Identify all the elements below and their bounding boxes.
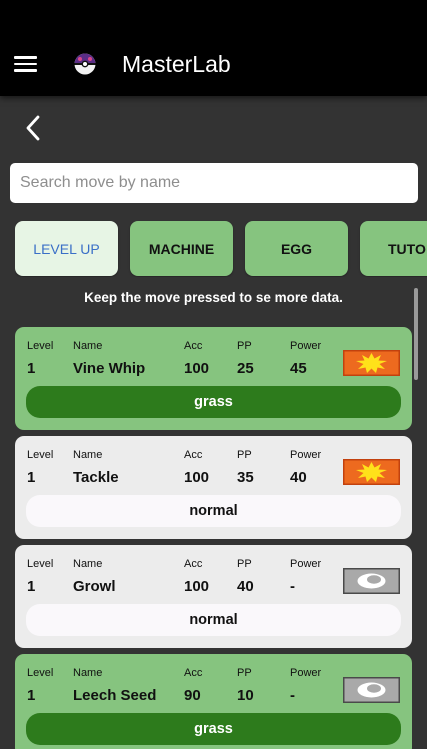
move-accuracy: 100 [184, 578, 210, 595]
move-accuracy: 100 [184, 360, 210, 377]
move-name: Growl [73, 578, 116, 595]
accuracy-label: Acc [184, 449, 203, 461]
type-badge: normal [26, 604, 401, 636]
back-arrow-icon[interactable] [20, 114, 46, 142]
type-badge: grass [26, 386, 401, 418]
move-name: Tackle [73, 469, 119, 486]
tab-level-up[interactable]: LEVEL UP [15, 221, 118, 276]
name-label: Name [73, 558, 103, 570]
app-bar: MasterLab [0, 0, 427, 96]
name-label: Name [73, 449, 103, 461]
move-accuracy: 90 [184, 687, 201, 704]
pokeball-logo-icon [74, 53, 96, 75]
level-label: Level [27, 449, 54, 461]
move-pp: 10 [237, 687, 254, 704]
move-level: 1 [27, 469, 36, 486]
physical-category-icon [343, 459, 400, 485]
accuracy-label: Acc [184, 340, 203, 352]
power-label: Power [290, 667, 322, 679]
move-pp: 40 [237, 578, 254, 595]
move-level: 1 [27, 578, 36, 595]
move-power: 45 [290, 360, 307, 377]
power-label: Power [290, 449, 322, 461]
move-pp: 25 [237, 360, 254, 377]
physical-category-icon [343, 350, 400, 376]
power-label: Power [290, 558, 322, 570]
move-level: 1 [27, 360, 36, 377]
move-card[interactable]: Level Name Acc PP Power 1 Leech Seed 90 … [15, 654, 412, 749]
move-card[interactable]: Level Name Acc PP Power 1 Tackle 100 35 … [15, 436, 412, 539]
status-category-icon [343, 677, 400, 703]
move-power: - [290, 578, 295, 595]
move-name: Vine Whip [73, 360, 146, 377]
name-label: Name [73, 340, 103, 352]
pp-label: PP [237, 340, 252, 352]
menu-icon[interactable] [14, 55, 37, 73]
pp-label: PP [237, 558, 252, 570]
move-accuracy: 100 [184, 469, 210, 486]
level-label: Level [27, 667, 54, 679]
learn-method-tabs: LEVEL UP MACHINE EGG TUTO [15, 221, 427, 277]
search-input[interactable] [10, 163, 418, 203]
move-name: Leech Seed [73, 687, 157, 704]
tab-egg[interactable]: EGG [245, 221, 348, 276]
type-badge: grass [26, 713, 401, 745]
tab-tutor[interactable]: TUTO [360, 221, 427, 276]
move-power: 40 [290, 469, 307, 486]
pp-label: PP [237, 667, 252, 679]
move-card[interactable]: Level Name Acc PP Power 1 Vine Whip 100 … [15, 327, 412, 430]
tab-machine[interactable]: MACHINE [130, 221, 233, 276]
app-title: MasterLab [122, 51, 231, 77]
scrollbar[interactable] [414, 288, 418, 380]
pp-label: PP [237, 449, 252, 461]
name-label: Name [73, 667, 103, 679]
accuracy-label: Acc [184, 667, 203, 679]
move-card[interactable]: Level Name Acc PP Power 1 Growl 100 40 -… [15, 545, 412, 648]
move-power: - [290, 687, 295, 704]
status-category-icon [343, 568, 400, 594]
level-label: Level [27, 558, 54, 570]
level-label: Level [27, 340, 54, 352]
move-level: 1 [27, 687, 36, 704]
move-pp: 35 [237, 469, 254, 486]
power-label: Power [290, 340, 322, 352]
type-badge: normal [26, 495, 401, 527]
hint-text: Keep the move pressed to se more data. [84, 290, 343, 305]
accuracy-label: Acc [184, 558, 203, 570]
